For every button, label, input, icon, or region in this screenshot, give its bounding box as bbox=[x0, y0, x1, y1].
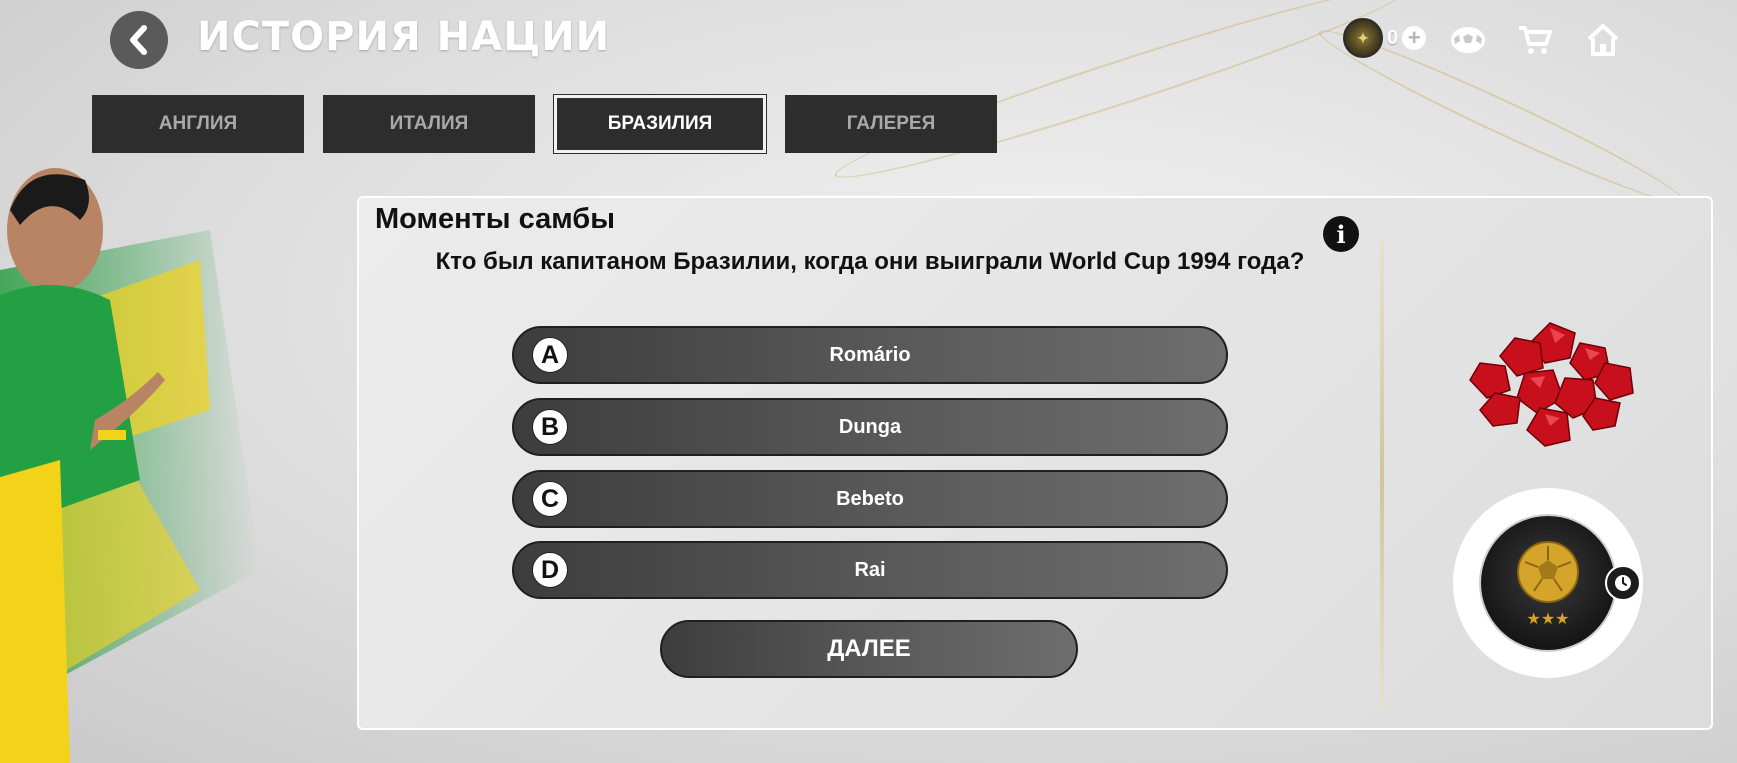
football-icon[interactable] bbox=[1448, 20, 1488, 60]
tab-england[interactable]: АНГЛИЯ bbox=[92, 95, 304, 153]
tab-brazil[interactable]: БРАЗИЛИЯ bbox=[553, 94, 767, 154]
player-artwork bbox=[0, 168, 260, 763]
answer-text: Rai bbox=[854, 558, 886, 581]
answer-d-button[interactable]: D Rai bbox=[512, 541, 1228, 599]
page-title: ИСТОРИЯ НАЦИИ bbox=[197, 14, 611, 60]
answer-text: Romário bbox=[829, 343, 911, 366]
info-icon[interactable]: i bbox=[1323, 216, 1359, 252]
answer-b-button[interactable]: B Dunga bbox=[512, 398, 1228, 456]
tab-italy[interactable]: ИТАЛИЯ bbox=[323, 95, 535, 153]
cart-icon[interactable] bbox=[1515, 20, 1555, 60]
panel-divider bbox=[1380, 240, 1384, 710]
next-button[interactable]: ДАЛЕЕ bbox=[660, 620, 1078, 678]
answer-text: Dunga bbox=[838, 415, 902, 438]
answer-text: Bebeto bbox=[836, 487, 904, 510]
quiz-title: Моменты самбы bbox=[375, 203, 615, 235]
coin-count: 0 bbox=[1387, 26, 1399, 49]
chevron-left-icon bbox=[130, 25, 147, 55]
answer-c-button[interactable]: C Bebeto bbox=[512, 470, 1228, 528]
answer-a-button[interactable]: A Romário bbox=[512, 326, 1228, 384]
quiz-question: Кто был капитаном Бразилии, когда они вы… bbox=[435, 248, 1305, 275]
tab-gallery[interactable]: ГАЛЕРЕЯ bbox=[785, 95, 997, 153]
coin-balance: ✦ 0 + bbox=[1343, 18, 1427, 58]
gems-icon bbox=[1469, 322, 1634, 447]
back-button[interactable] bbox=[110, 11, 168, 69]
golden-ball-icon: ★★★ bbox=[1517, 541, 1579, 628]
clock-icon[interactable] bbox=[1605, 565, 1641, 601]
coin-icon: ✦ bbox=[1343, 18, 1383, 58]
plus-icon[interactable]: + bbox=[1402, 26, 1427, 50]
svg-text:★★★: ★★★ bbox=[1526, 609, 1569, 628]
home-icon[interactable] bbox=[1583, 20, 1623, 60]
